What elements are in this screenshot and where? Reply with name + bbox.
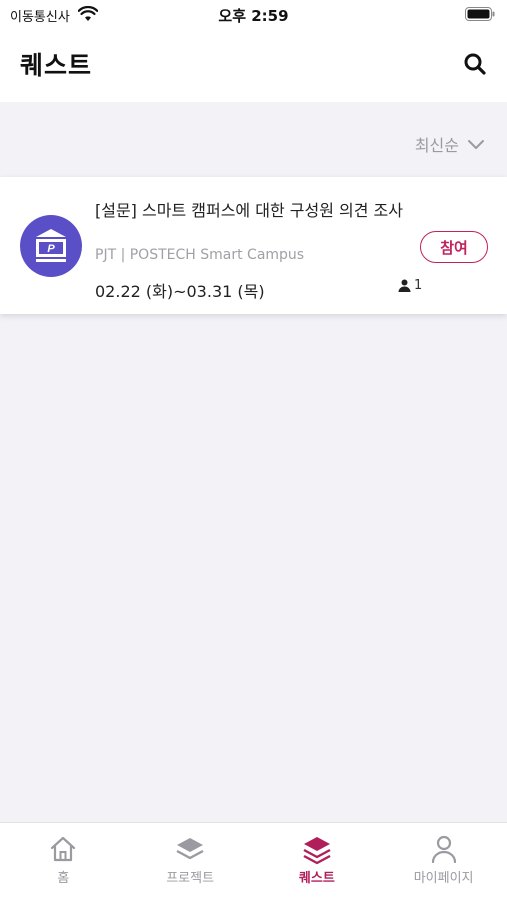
app-header: 퀘스트 — [0, 30, 507, 102]
page-title: 퀘스트 — [20, 51, 93, 80]
tab-mypage[interactable]: 마이페이지 — [380, 823, 507, 900]
participant-count-value: 1 — [414, 278, 423, 293]
quest-card[interactable]: P [설문] 스마트 캠퍼스에 대한 구성원 의견 조사 PJT | POSTE… — [0, 177, 507, 314]
sort-label: 최신순 — [414, 136, 459, 155]
tab-project[interactable]: 프로젝트 — [127, 823, 254, 900]
chevron-down-icon — [468, 140, 484, 149]
status-time: 오후 2:59 — [218, 7, 289, 25]
person-icon — [398, 279, 411, 292]
quest-organization: PJT | POSTECH Smart Campus — [95, 247, 305, 263]
quest-date-range: 02.22 (화)~03.31 (목) — [95, 282, 265, 301]
quest-title: [설문] 스마트 캠퍼스에 대한 구성원 의견 조사 — [95, 201, 403, 220]
participant-count: 1 — [398, 278, 422, 293]
tab-mypage-label: 마이페이지 — [413, 871, 474, 886]
battery-icon — [465, 7, 495, 21]
quest-avatar: P — [20, 215, 82, 277]
layers-icon — [176, 838, 204, 860]
tab-home-label: 홈 — [57, 871, 70, 886]
tab-quest[interactable]: 퀘스트 — [254, 823, 381, 900]
join-button[interactable]: 참여 — [420, 231, 488, 263]
svg-text:P: P — [47, 243, 55, 255]
campus-building-icon: P — [36, 229, 66, 262]
stack-icon — [303, 837, 331, 865]
tab-quest-label: 퀘스트 — [298, 871, 335, 886]
search-button[interactable] — [461, 50, 489, 78]
bottom-tab-bar: 홈 프로젝트 퀘스트 마이페이지 — [0, 822, 507, 900]
search-icon — [464, 53, 486, 75]
sort-dropdown[interactable]: 최신순 — [415, 132, 485, 156]
tab-home[interactable]: 홈 — [0, 823, 127, 900]
person-icon — [431, 835, 456, 863]
tab-project-label: 프로젝트 — [166, 871, 215, 886]
home-icon — [51, 836, 76, 862]
status-bar: 이동통신사 오후 2:59 — [0, 0, 507, 30]
